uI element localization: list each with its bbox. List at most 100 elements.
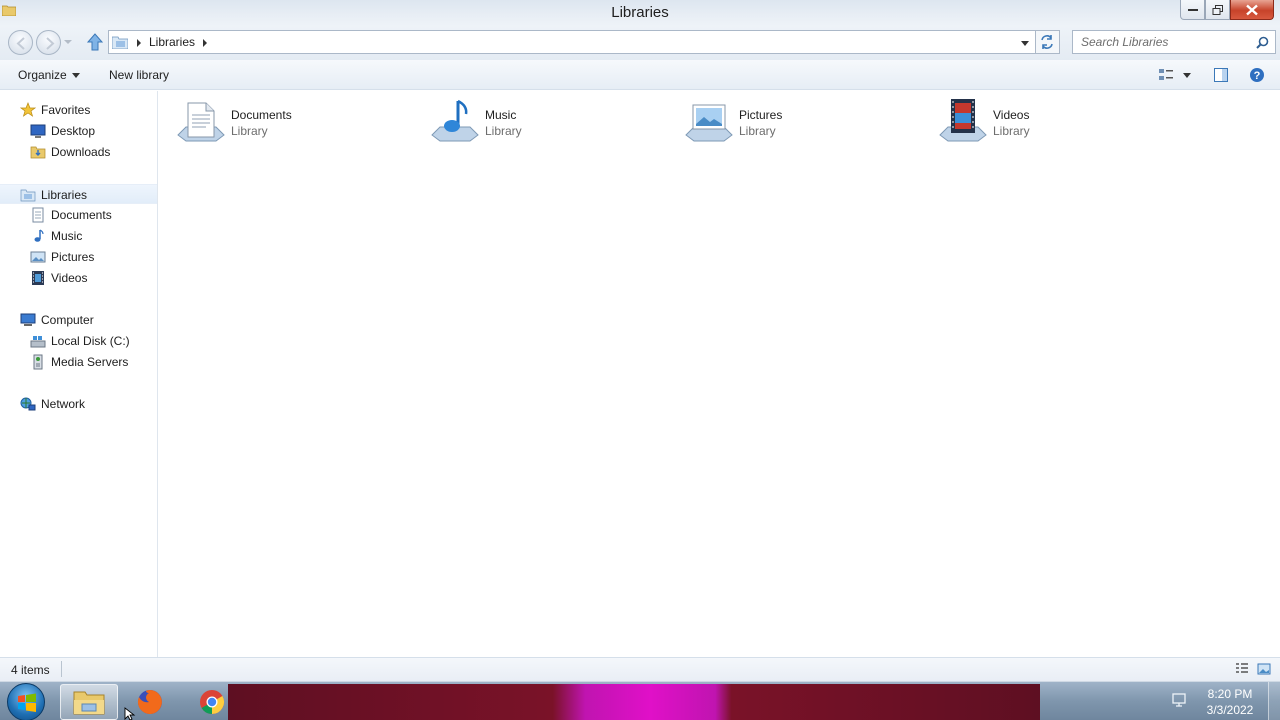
search-box[interactable] <box>1072 30 1276 54</box>
window-title: Libraries <box>611 4 669 21</box>
nav-videos-label: Videos <box>51 271 88 285</box>
start-button[interactable] <box>7 683 45 720</box>
navigation-pane: Favorites Desktop Downloads Libraries Do… <box>0 91 158 657</box>
taskbar-clock[interactable]: 8:20 PM 3/3/2022 <box>1198 686 1262 718</box>
library-name: Documents <box>231 108 292 122</box>
folder-icon <box>73 691 105 715</box>
chevron-down-icon <box>71 73 80 79</box>
library-tile-music[interactable]: Music Library <box>414 97 654 149</box>
film-icon <box>32 271 44 285</box>
close-button[interactable] <box>1230 0 1274 20</box>
nav-downloads-label: Downloads <box>51 145 111 159</box>
media-server-icon <box>33 354 43 370</box>
close-icon <box>1246 4 1258 15</box>
restore-icon <box>1212 4 1223 15</box>
nav-favorites[interactable]: Favorites <box>0 100 157 120</box>
music-note-icon <box>34 229 44 242</box>
documents-icon <box>32 207 44 223</box>
library-tile-videos[interactable]: Videos Library <box>922 97 1162 149</box>
command-bar: Organize New library ? <box>0 60 1280 90</box>
refresh-button[interactable] <box>1036 30 1060 54</box>
nav-documents[interactable]: Documents <box>0 205 157 225</box>
nav-media-servers-label: Media Servers <box>51 355 129 369</box>
nav-computer[interactable]: Computer <box>0 310 157 330</box>
organize-label: Organize <box>18 68 67 82</box>
redacted-taskbar-area <box>228 684 1040 720</box>
status-divider <box>61 661 62 677</box>
clock-time: 8:20 PM <box>1207 687 1253 701</box>
breadcrumb-separator[interactable] <box>137 39 141 47</box>
show-desktop-button[interactable] <box>1268 682 1280 720</box>
details-view-icon[interactable] <box>1235 662 1249 676</box>
new-library-button[interactable]: New library <box>109 68 169 82</box>
nav-pictures-label: Pictures <box>51 250 95 264</box>
nav-desktop-label: Desktop <box>51 124 96 138</box>
large-icons-view-icon[interactable] <box>1257 662 1271 676</box>
search-input[interactable] <box>1073 31 1253 53</box>
status-bar: 4 items <box>0 657 1280 681</box>
taskbar: 8:20 PM 3/3/2022 <box>0 681 1280 720</box>
taskbar-explorer-button[interactable] <box>60 684 118 720</box>
item-count: 4 items <box>11 663 50 677</box>
star-icon <box>20 102 36 117</box>
nav-downloads[interactable]: Downloads <box>0 142 157 162</box>
nav-local-disk[interactable]: Local Disk (C:) <box>0 331 157 351</box>
downloads-folder-icon <box>30 146 46 159</box>
library-type: Library <box>739 124 776 138</box>
nav-music[interactable]: Music <box>0 226 157 246</box>
address-row: Libraries <box>0 26 1280 60</box>
nav-desktop[interactable]: Desktop <box>0 121 157 141</box>
title-bar: Libraries <box>0 0 1280 26</box>
organize-menu[interactable]: Organize <box>18 68 80 82</box>
forward-icon <box>46 37 55 50</box>
nav-libraries[interactable]: Libraries <box>0 184 157 204</box>
nav-local-disk-label: Local Disk (C:) <box>51 334 130 348</box>
firefox-icon <box>137 690 162 714</box>
breadcrumb-separator[interactable] <box>203 39 207 47</box>
recent-pages-dropdown[interactable] <box>64 40 72 44</box>
chrome-icon <box>200 690 225 714</box>
change-view-icon[interactable] <box>1158 67 1174 83</box>
view-options-dropdown[interactable] <box>1183 73 1191 78</box>
network-icon <box>20 397 36 411</box>
nav-videos[interactable]: Videos <box>0 268 157 288</box>
disk-drive-icon <box>30 336 46 348</box>
nav-libraries-label: Libraries <box>41 188 88 202</box>
address-bar[interactable]: Libraries <box>108 30 1036 54</box>
library-type: Library <box>993 124 1030 138</box>
nav-pictures[interactable]: Pictures <box>0 247 157 267</box>
nav-music-label: Music <box>51 229 83 243</box>
library-name: Videos <box>993 108 1030 122</box>
nav-network[interactable]: Network <box>0 394 157 414</box>
pictures-icon <box>30 251 46 263</box>
library-tile-pictures[interactable]: Pictures Library <box>668 97 908 149</box>
libraries-content: Documents Library Music Library Pictures… <box>160 91 1280 657</box>
nav-documents-label: Documents <box>51 208 112 222</box>
libraries-folder-icon <box>112 36 128 49</box>
preview-pane-icon[interactable] <box>1213 67 1229 83</box>
svg-text:?: ? <box>1254 70 1261 82</box>
up-arrow-icon[interactable] <box>86 32 104 52</box>
back-button[interactable] <box>8 30 33 55</box>
help-icon[interactable]: ? <box>1249 67 1265 83</box>
computer-icon <box>20 313 36 326</box>
restore-button[interactable] <box>1205 0 1230 20</box>
address-history-dropdown[interactable] <box>1021 41 1029 46</box>
nav-favorites-label: Favorites <box>41 103 91 117</box>
clock-date: 3/3/2022 <box>1206 703 1254 717</box>
documents-library-icon <box>177 102 225 142</box>
forward-button[interactable] <box>36 30 61 55</box>
nav-network-label: Network <box>41 397 86 411</box>
nav-media-servers[interactable]: Media Servers <box>0 352 157 372</box>
minimize-button[interactable] <box>1180 0 1205 20</box>
windows-logo-icon <box>18 693 36 712</box>
magnifier-icon[interactable] <box>1256 36 1269 49</box>
back-icon <box>16 37 25 50</box>
refresh-icon <box>1041 35 1053 49</box>
breadcrumb-libraries[interactable]: Libraries <box>149 35 195 49</box>
library-tile-documents[interactable]: Documents Library <box>160 97 400 149</box>
libraries-icon <box>20 189 36 202</box>
network-tray-icon[interactable] <box>1171 692 1187 708</box>
desktop-icon <box>30 124 46 138</box>
music-library-icon <box>431 99 479 142</box>
